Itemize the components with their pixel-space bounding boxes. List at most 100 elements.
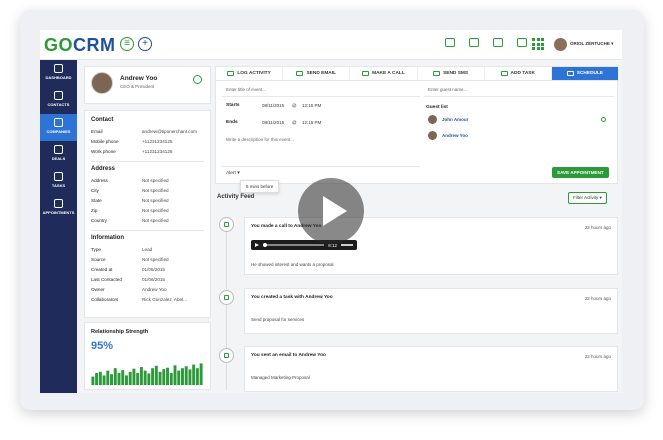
relationship-bar (125, 375, 128, 385)
starts-date[interactable]: 08/11/2015 (262, 103, 284, 108)
guest-avatar (428, 131, 437, 140)
address-key: Address (91, 178, 108, 183)
tab-send-email[interactable]: SEND EMAIL (283, 67, 351, 80)
address-value: Not specified (142, 208, 169, 213)
contact-key: Email (91, 129, 103, 134)
contact-key: Mobile phone (91, 139, 119, 144)
contact-title: CEO & President (120, 84, 155, 89)
ends-date[interactable]: 08/11/2015 (262, 120, 284, 125)
relationship-bar (192, 364, 196, 385)
relationship-bar (154, 365, 158, 385)
address-row: Zip Not specified (91, 206, 204, 216)
info-value: Not specified (142, 257, 169, 262)
relationship-value: 95% (91, 340, 114, 352)
alert-dropdown[interactable]: Alert ▾ (226, 171, 240, 176)
play-icon[interactable] (255, 243, 259, 247)
filter-activity-dropdown[interactable]: Filter Activity ▾ (568, 192, 607, 204)
relationship-bar (158, 371, 162, 385)
relationship-bar (188, 369, 192, 385)
ends-time[interactable]: 12:15 PM (302, 120, 321, 125)
feed-item-heading: You sent an email to Andrew Yoo (251, 353, 326, 358)
user-avatar[interactable] (554, 38, 567, 51)
address-key: Country (91, 218, 108, 223)
mail-icon[interactable] (517, 38, 527, 47)
relationship-bar (121, 370, 125, 385)
relationship-bar (177, 370, 181, 385)
tab-make-call[interactable]: MAKE A CALL (350, 67, 418, 80)
information-section-title: Information (91, 235, 124, 241)
sidebar-item-appointments[interactable]: APPOINTMENTS (40, 195, 77, 222)
tab-send-sms[interactable]: SEND SMS (418, 67, 485, 80)
menu-icon[interactable]: ≡ (120, 37, 134, 51)
relationship-bar (166, 367, 169, 385)
relationship-bar (91, 376, 95, 385)
audio-seek-bar[interactable] (263, 243, 325, 247)
sidebar-item-deals[interactable]: DEALS (40, 141, 77, 168)
info-key: Created at (91, 267, 113, 272)
relationship-title: Relationship Strength (91, 329, 149, 335)
alert-option[interactable]: 5 mins before (240, 180, 280, 193)
relationship-bar-chart (91, 363, 203, 385)
guest-name-0[interactable]: John Amour (442, 117, 468, 122)
phone-icon[interactable] (469, 38, 479, 47)
relationship-bar (132, 368, 136, 385)
address-key: State (91, 198, 102, 203)
event-title-input[interactable]: Enter title of event... (226, 87, 266, 92)
contact-value: +11231234125 (142, 139, 173, 144)
tasks-icon (54, 172, 63, 181)
voicemail-icon[interactable] (493, 38, 503, 47)
volume-slider[interactable] (341, 244, 353, 246)
address-section-title: Address (91, 166, 116, 172)
feed-item-heading: You created a task with Andrew Yoo (251, 295, 333, 300)
feed-item-time: 22 hours ago (584, 354, 611, 359)
contact-row: Mobile phone +11231234125 (91, 137, 204, 147)
save-appointment-button[interactable]: SAVE APPOINTMENT (552, 167, 609, 178)
ends-at: @ (292, 120, 297, 125)
gear-icon[interactable] (193, 75, 202, 84)
chat-icon[interactable] (445, 38, 455, 47)
tab-schedule[interactable]: SCHEDULE (551, 67, 620, 80)
sidebar: DASHBOARD CONTACTS COMPANIES DEALS TASKS… (40, 60, 77, 393)
guest-list-label: Guest list (426, 105, 448, 110)
guest-name-1[interactable]: Andrew Yoo (442, 133, 468, 138)
mail-icon (219, 348, 234, 363)
contact-section-title: Contact (91, 117, 114, 123)
relationship-bar (110, 374, 113, 385)
play-icon (323, 196, 347, 226)
deals-icon (54, 145, 63, 154)
relationship-bar (199, 363, 203, 385)
relationship-bar (139, 367, 143, 385)
contact-name: Andrew Yoo (120, 75, 158, 82)
ends-label: Ends (226, 120, 238, 125)
info-row: Type Lead (91, 245, 204, 255)
video-play-button[interactable] (298, 178, 364, 244)
add-guest-icon[interactable] (601, 117, 606, 122)
tab-add-task[interactable]: ADD TASK (485, 67, 552, 80)
sidebar-item-companies[interactable]: COMPANIES (40, 114, 77, 141)
guest-name-input[interactable]: Enter guest name... (428, 87, 467, 92)
sidebar-item-tasks[interactable]: TASKS (40, 168, 77, 195)
apps-grid-icon[interactable] (532, 38, 544, 50)
sidebar-item-contacts[interactable]: CONTACTS (40, 87, 77, 114)
gocrm-logo[interactable]: GOCRM (44, 35, 116, 56)
activity-tabs: LOG ACTIVITY SEND EMAIL MAKE A CALL SEND… (216, 67, 620, 81)
relationship-bar (143, 370, 147, 385)
user-menu[interactable]: ORIOL ZERTUCHE ▾ (570, 41, 613, 47)
sidebar-item-dashboard[interactable]: DASHBOARD (40, 60, 77, 87)
address-value: Not specified (142, 178, 169, 183)
relationship-bar (162, 369, 166, 385)
task-icon (219, 290, 234, 305)
relationship-bar (136, 373, 140, 385)
info-row: Source Not specified (91, 255, 204, 265)
contact-value: andrew@tiponerchant.com (142, 129, 197, 134)
add-icon[interactable]: + (138, 37, 152, 51)
description-input[interactable]: Write a description for this event... (226, 137, 294, 142)
tab-log-activity[interactable]: LOG ACTIVITY (216, 67, 284, 80)
contact-key: Work phone (91, 149, 116, 154)
starts-time[interactable]: 12:15 PM (302, 103, 321, 108)
feed-item-email: You sent an email to Andrew Yoo 22 hours… (244, 346, 618, 392)
address-key: City (91, 188, 99, 193)
relationship-bar (128, 371, 132, 385)
mail-icon (296, 71, 304, 76)
relationship-bar (173, 365, 177, 385)
